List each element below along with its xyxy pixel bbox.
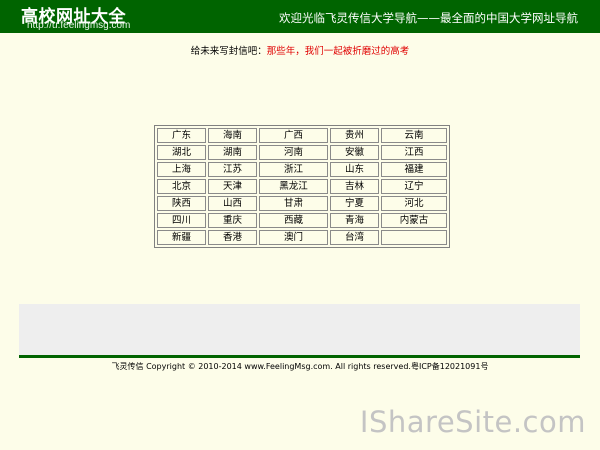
province-link[interactable]: 天津 xyxy=(223,181,242,192)
province-cell: 宁夏 xyxy=(330,196,379,211)
province-link[interactable]: 安徽 xyxy=(345,147,364,158)
province-cell: 浙江 xyxy=(259,162,328,177)
province-link[interactable]: 四川 xyxy=(172,215,191,226)
province-link[interactable]: 河北 xyxy=(404,198,423,209)
province-link[interactable]: 贵州 xyxy=(345,130,364,141)
province-row: 四川 重庆 西藏 青海 内蒙古 xyxy=(157,213,447,228)
province-cell: 山西 xyxy=(208,196,257,211)
province-cell: 吉林 xyxy=(330,179,379,194)
province-cell: 四川 xyxy=(157,213,206,228)
province-link[interactable]: 江苏 xyxy=(223,164,242,175)
province-row: 广东 海南 广西 贵州 云南 xyxy=(157,128,447,143)
province-cell: 湖南 xyxy=(208,145,257,160)
province-link[interactable]: 上海 xyxy=(172,164,191,175)
province-cell: 安徽 xyxy=(330,145,379,160)
province-cell: 山东 xyxy=(330,162,379,177)
province-link[interactable]: 云南 xyxy=(404,130,423,141)
site-header: 高校网址大全 http://u.feelingmsg.com 欢迎光临飞灵传信大… xyxy=(0,0,600,33)
province-cell: 江西 xyxy=(381,145,447,160)
province-cell: 广东 xyxy=(157,128,206,143)
province-link[interactable]: 北京 xyxy=(172,181,191,192)
footer-divider xyxy=(19,355,580,358)
province-link[interactable]: 重庆 xyxy=(223,215,242,226)
province-table: 广东 海南 广西 贵州 云南湖北 湖南 河南 安徽 江西上海 江苏 浙江 山东 福建北京 天津 黑龙江 吉林 辽… xyxy=(154,125,450,248)
province-cell: 青海 xyxy=(330,213,379,228)
content-panel xyxy=(19,304,580,355)
province-link[interactable]: 黑龙江 xyxy=(279,181,308,192)
future-letter-label: 给未来写封信吧： xyxy=(190,46,267,57)
logo-url: http://u.feelingmsg.com xyxy=(27,20,131,31)
province-cell: 澳门 xyxy=(259,230,328,245)
province-link[interactable]: 河南 xyxy=(284,147,303,158)
province-link[interactable]: 陕西 xyxy=(172,198,191,209)
province-link[interactable]: 新疆 xyxy=(172,232,191,243)
province-link[interactable]: 浙江 xyxy=(284,164,303,175)
province-cell: 海南 xyxy=(208,128,257,143)
province-cell: 新疆 xyxy=(157,230,206,245)
province-link[interactable]: 江西 xyxy=(404,147,423,158)
province-cell: 甘肃 xyxy=(259,196,328,211)
watermark: IShareSite.com xyxy=(359,405,586,439)
province-link[interactable]: 福建 xyxy=(404,164,423,175)
province-link[interactable]: 湖北 xyxy=(172,147,191,158)
empty-cell xyxy=(381,230,447,245)
province-link[interactable]: 宁夏 xyxy=(345,198,364,209)
province-link[interactable]: 甘肃 xyxy=(284,198,303,209)
province-cell: 湖北 xyxy=(157,145,206,160)
province-link[interactable]: 香港 xyxy=(223,232,242,243)
province-row: 湖北 湖南 河南 安徽 江西 xyxy=(157,145,447,160)
province-cell: 重庆 xyxy=(208,213,257,228)
province-cell: 西藏 xyxy=(259,213,328,228)
province-cell: 北京 xyxy=(157,179,206,194)
province-row: 新疆 香港 澳门 台湾 xyxy=(157,230,447,245)
province-link[interactable]: 吉林 xyxy=(345,181,364,192)
province-cell: 内蒙古 xyxy=(381,213,447,228)
province-row: 上海 江苏 浙江 山东 福建 xyxy=(157,162,447,177)
province-cell: 河南 xyxy=(259,145,328,160)
province-row: 陕西 山西 甘肃 宁夏 河北 xyxy=(157,196,447,211)
province-link[interactable]: 内蒙古 xyxy=(400,215,429,226)
province-link[interactable]: 山东 xyxy=(345,164,364,175)
province-link[interactable]: 澳门 xyxy=(284,232,303,243)
province-cell: 辽宁 xyxy=(381,179,447,194)
province-cell: 河北 xyxy=(381,196,447,211)
province-cell: 黑龙江 xyxy=(259,179,328,194)
province-cell: 陕西 xyxy=(157,196,206,211)
future-letter-link[interactable]: 那些年，我们一起被折磨过的高考 xyxy=(267,46,410,57)
province-link[interactable]: 湖南 xyxy=(223,147,242,158)
province-cell: 云南 xyxy=(381,128,447,143)
province-row: 北京 天津 黑龙江 吉林 辽宁 xyxy=(157,179,447,194)
province-link[interactable]: 青海 xyxy=(345,215,364,226)
province-cell: 福建 xyxy=(381,162,447,177)
province-cell: 江苏 xyxy=(208,162,257,177)
province-link[interactable]: 辽宁 xyxy=(404,181,423,192)
province-link[interactable]: 海南 xyxy=(223,130,242,141)
site-logo[interactable]: 高校网址大全 http://u.feelingmsg.com xyxy=(0,0,140,33)
province-cell: 天津 xyxy=(208,179,257,194)
welcome-text: 欢迎光临飞灵传信大学导航——最全面的中国大学网址导航 xyxy=(279,11,578,25)
province-link[interactable]: 台湾 xyxy=(345,232,364,243)
province-link[interactable]: 山西 xyxy=(223,198,242,209)
province-cell: 台湾 xyxy=(330,230,379,245)
future-letter-bar: 给未来写封信吧：那些年，我们一起被折磨过的高考 xyxy=(0,43,600,57)
footer-copyright: 飞灵传信 Copyright © 2010-2014 www.FeelingMs… xyxy=(111,362,489,371)
province-link[interactable]: 广东 xyxy=(172,130,191,141)
province-cell: 香港 xyxy=(208,230,257,245)
province-cell: 广西 xyxy=(259,128,328,143)
province-link[interactable]: 广西 xyxy=(284,130,303,141)
province-link[interactable]: 西藏 xyxy=(284,215,303,226)
province-cell: 上海 xyxy=(157,162,206,177)
province-cell: 贵州 xyxy=(330,128,379,143)
